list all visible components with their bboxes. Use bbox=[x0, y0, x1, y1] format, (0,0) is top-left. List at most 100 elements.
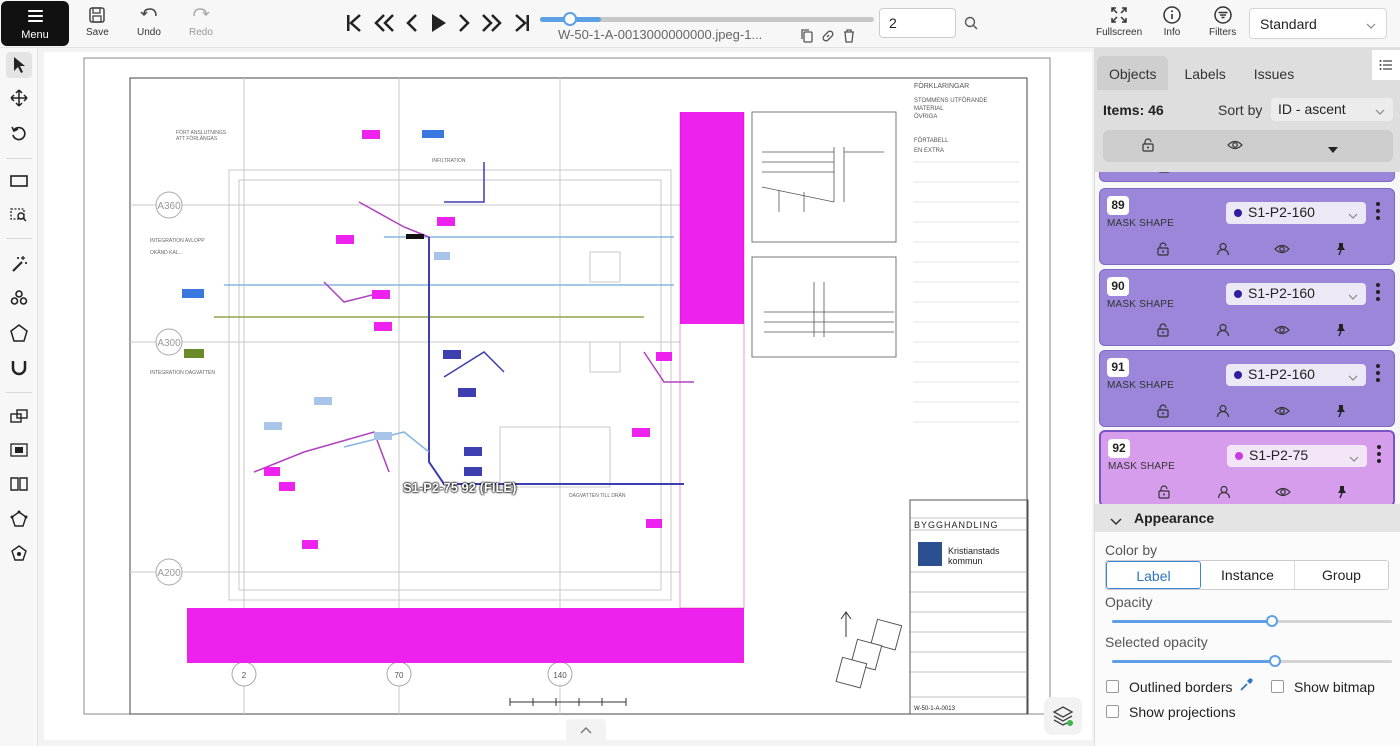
pin-icon[interactable] bbox=[1334, 242, 1348, 261]
object-card[interactable]: 89 MASK SHAPE S1-P2-160 bbox=[1099, 188, 1395, 265]
object-card[interactable]: 91 MASK SHAPE S1-P2-160 bbox=[1099, 350, 1395, 427]
toolbar-divider bbox=[6, 392, 32, 393]
color-by-group-option[interactable]: Group bbox=[1295, 561, 1388, 589]
tab-objects[interactable]: Objects bbox=[1097, 56, 1169, 90]
eye-icon[interactable] bbox=[1274, 404, 1290, 423]
polygon-tool-icon[interactable] bbox=[6, 320, 32, 346]
opacity-slider[interactable] bbox=[1112, 615, 1392, 627]
user-icon[interactable] bbox=[1216, 404, 1230, 423]
show-projections-checkbox[interactable]: Show projections bbox=[1106, 704, 1256, 722]
info-button[interactable]: Info bbox=[1162, 6, 1182, 38]
object-card-selected[interactable]: 92 MASK SHAPE S1-P2-75 bbox=[1099, 430, 1395, 504]
step-forward-multiple-icon[interactable] bbox=[481, 12, 503, 39]
cursor-tool-icon[interactable] bbox=[6, 52, 32, 78]
filters-button[interactable]: Filters bbox=[1209, 6, 1236, 38]
appearance-panel: Appearance Color by Label Instance Group… bbox=[1095, 504, 1400, 746]
selected-opacity-slider-thumb[interactable] bbox=[1269, 655, 1281, 667]
play-icon[interactable] bbox=[429, 12, 447, 39]
next-frame-icon[interactable] bbox=[456, 12, 472, 39]
frame-slider[interactable] bbox=[540, 12, 874, 26]
opacity-slider-fill bbox=[1112, 620, 1272, 623]
label-color-dot bbox=[1234, 371, 1242, 379]
workspace-select[interactable]: Standard bbox=[1249, 8, 1387, 39]
zoom-region-tool-icon[interactable] bbox=[6, 202, 32, 228]
pin-icon[interactable] bbox=[1334, 404, 1348, 423]
frame-slider-thumb[interactable] bbox=[563, 12, 577, 26]
layers-button[interactable] bbox=[1044, 697, 1082, 735]
user-icon[interactable] bbox=[1217, 485, 1231, 504]
crop-tool-icon[interactable] bbox=[6, 437, 32, 463]
object-card[interactable]: 90 MASK SHAPE S1-P2-160 bbox=[1099, 269, 1395, 346]
more-options-icon[interactable] bbox=[1375, 201, 1381, 226]
annotation-canvas[interactable]: A360 A300 A200 2 70 140 FÖRT ANSLUTNINGS… bbox=[44, 52, 1092, 740]
eye-icon[interactable] bbox=[1227, 138, 1243, 157]
lock-icon[interactable] bbox=[1156, 404, 1170, 423]
tab-issues[interactable]: Issues bbox=[1242, 56, 1306, 90]
sort-by-label: Sort by bbox=[1218, 102, 1263, 118]
rotate-tool-icon[interactable] bbox=[6, 120, 32, 146]
more-options-icon[interactable] bbox=[1376, 444, 1382, 469]
rectangle-tool-icon[interactable] bbox=[6, 168, 32, 194]
more-options-icon[interactable] bbox=[1375, 282, 1381, 307]
pin-icon[interactable] bbox=[1336, 172, 1348, 178]
polygon-edit-tool-icon[interactable] bbox=[6, 506, 32, 532]
selected-opacity-slider[interactable] bbox=[1112, 655, 1392, 667]
save-button[interactable]: Save bbox=[86, 6, 109, 38]
blob-tool-icon[interactable] bbox=[6, 285, 32, 311]
color-by-instance-option[interactable]: Instance bbox=[1201, 561, 1295, 589]
user-icon[interactable] bbox=[1216, 323, 1230, 342]
sidebar-collapse-button[interactable] bbox=[1372, 50, 1400, 80]
object-label-select[interactable]: S1-P2-160 bbox=[1226, 283, 1366, 305]
delete-icon[interactable] bbox=[842, 29, 856, 48]
first-frame-icon[interactable] bbox=[344, 12, 364, 39]
lock-icon[interactable] bbox=[1156, 323, 1170, 342]
fullscreen-button[interactable]: Fullscreen bbox=[1096, 6, 1142, 38]
object-id: 90 bbox=[1107, 277, 1129, 296]
user-icon[interactable] bbox=[1216, 242, 1230, 261]
eye-icon[interactable] bbox=[1274, 242, 1290, 261]
book-tool-icon[interactable] bbox=[6, 471, 32, 497]
redo-button[interactable]: Redo bbox=[189, 6, 213, 38]
frame-number-input[interactable]: 2 bbox=[879, 8, 956, 38]
appearance-header[interactable]: Appearance bbox=[1095, 504, 1400, 532]
undo-button[interactable]: Undo bbox=[137, 6, 161, 38]
eyedropper-icon[interactable] bbox=[1239, 678, 1253, 697]
sort-select[interactable]: ID - ascent bbox=[1271, 98, 1393, 121]
label-color-dot bbox=[1234, 209, 1242, 217]
show-bitmap-checkbox[interactable]: Show bitmap bbox=[1271, 679, 1391, 697]
bottom-panel-toggle[interactable] bbox=[566, 719, 606, 741]
copy-icon[interactable] bbox=[800, 29, 814, 48]
lock-icon[interactable] bbox=[1157, 485, 1171, 504]
last-frame-icon[interactable] bbox=[512, 12, 532, 39]
magic-wand-tool-icon[interactable] bbox=[6, 251, 32, 277]
tab-labels[interactable]: Labels bbox=[1172, 56, 1237, 90]
caret-down-icon[interactable] bbox=[1327, 141, 1339, 159]
link-icon[interactable] bbox=[821, 29, 835, 48]
step-back-multiple-icon[interactable] bbox=[373, 12, 395, 39]
color-by-label-option[interactable]: Label bbox=[1106, 561, 1201, 589]
previous-frame-icon[interactable] bbox=[404, 12, 420, 39]
search-icon[interactable] bbox=[964, 16, 978, 35]
more-options-icon[interactable] bbox=[1375, 363, 1381, 388]
object-label-select[interactable]: S1-P2-75 bbox=[1227, 445, 1367, 467]
menu-button[interactable]: Menu bbox=[1, 1, 69, 46]
pin-icon[interactable] bbox=[1335, 485, 1349, 504]
object-label-select[interactable]: S1-P2-160 bbox=[1226, 202, 1366, 224]
outlined-borders-checkbox[interactable]: Outlined borders bbox=[1106, 679, 1256, 697]
user-icon[interactable] bbox=[1218, 172, 1230, 178]
svg-text:70: 70 bbox=[395, 671, 404, 680]
polygon-points-tool-icon[interactable] bbox=[6, 540, 32, 566]
object-label-select[interactable]: S1-P2-160 bbox=[1226, 364, 1366, 386]
merge-tool-icon[interactable] bbox=[6, 403, 32, 429]
magnet-tool-icon[interactable] bbox=[6, 354, 32, 380]
opacity-slider-thumb[interactable] bbox=[1266, 615, 1278, 627]
eye-icon[interactable] bbox=[1275, 485, 1291, 504]
lock-icon[interactable] bbox=[1156, 242, 1170, 261]
lock-all-icon[interactable] bbox=[1141, 138, 1155, 157]
eye-icon[interactable] bbox=[1277, 172, 1291, 178]
pin-icon[interactable] bbox=[1334, 323, 1348, 342]
eye-icon[interactable] bbox=[1274, 323, 1290, 342]
move-tool-icon[interactable] bbox=[6, 85, 32, 111]
object-id: 92 bbox=[1108, 439, 1130, 458]
lock-icon[interactable] bbox=[1158, 172, 1170, 178]
